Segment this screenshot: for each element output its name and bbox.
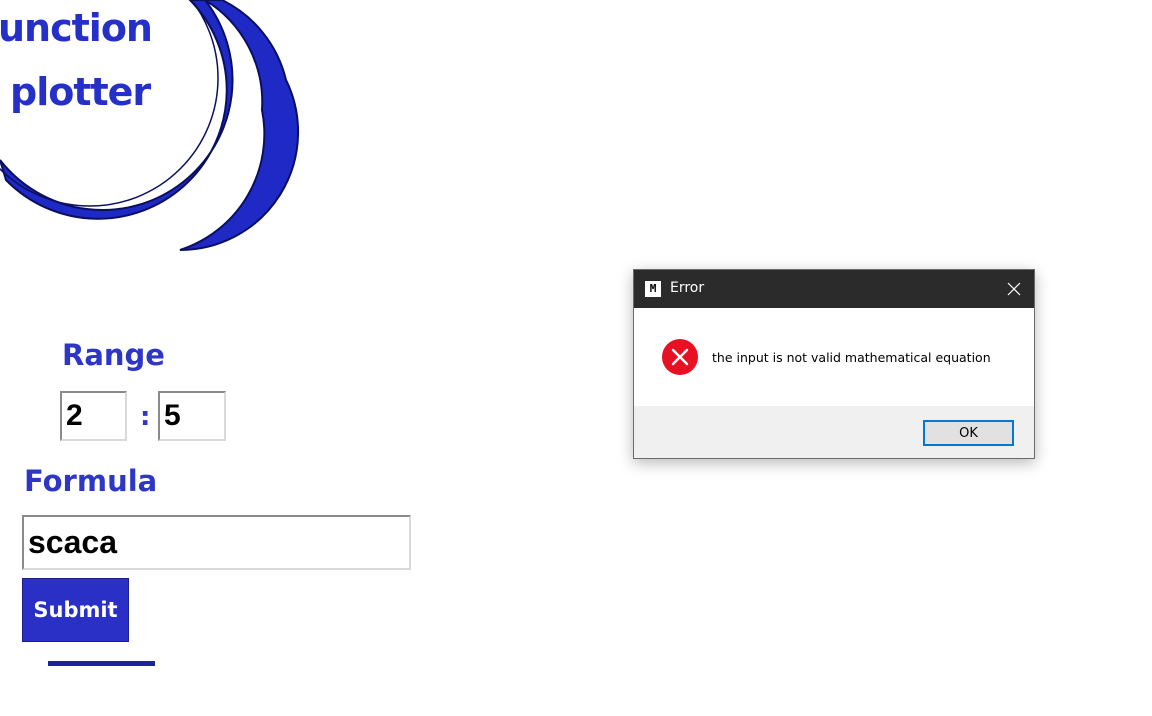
formula-input[interactable] bbox=[22, 515, 411, 570]
divider bbox=[48, 661, 155, 666]
close-button[interactable] bbox=[994, 270, 1034, 308]
range-separator: : bbox=[140, 402, 151, 432]
error-circle-icon bbox=[662, 339, 698, 375]
ok-button[interactable]: OK bbox=[923, 420, 1014, 446]
range-label: Range bbox=[62, 338, 165, 372]
dialog-message: the input is not valid mathematical equa… bbox=[712, 350, 991, 365]
dialog-title: Error bbox=[670, 280, 705, 296]
error-dialog: M Error the input is not valid mathemati… bbox=[633, 269, 1035, 459]
logo-title-line1: unction bbox=[0, 6, 153, 50]
logo-swirl-upper bbox=[179, 0, 300, 251]
app-icon: M bbox=[645, 281, 661, 297]
logo-title-line2: plotter bbox=[10, 70, 151, 114]
close-icon bbox=[1007, 282, 1021, 296]
submit-button[interactable]: Submit bbox=[22, 578, 129, 642]
range-min-input[interactable] bbox=[60, 391, 127, 441]
dialog-footer: OK bbox=[634, 406, 1034, 458]
formula-label: Formula bbox=[24, 464, 158, 498]
dialog-body: the input is not valid mathematical equa… bbox=[634, 308, 1034, 406]
dialog-titlebar[interactable]: M Error bbox=[634, 270, 1034, 308]
range-max-input[interactable] bbox=[158, 391, 226, 441]
